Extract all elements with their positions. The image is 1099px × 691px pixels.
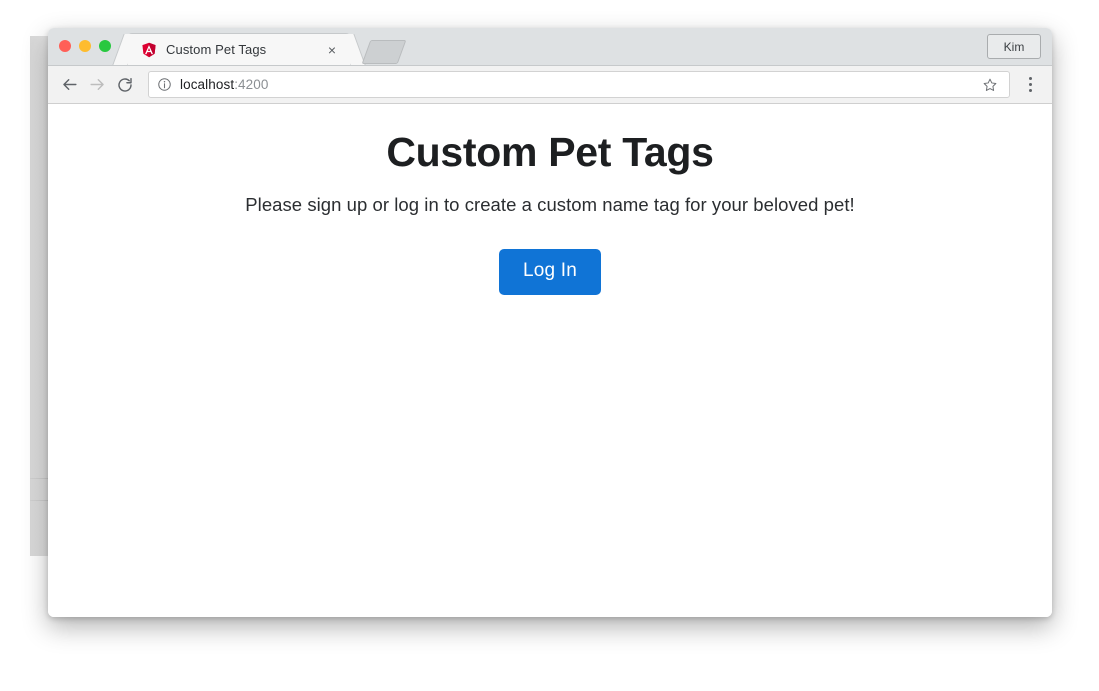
address-bar[interactable]: localhost:4200: [148, 71, 1010, 98]
page-viewport: Custom Pet Tags Please sign up or log in…: [48, 104, 1052, 617]
maximize-window-button[interactable]: [99, 40, 111, 52]
angular-icon: [141, 42, 157, 58]
forward-arrow-icon: [83, 71, 111, 99]
menu-dot: [1028, 83, 1032, 86]
back-arrow-icon[interactable]: [55, 71, 83, 99]
menu-dot: [1028, 77, 1032, 80]
window-traffic-lights: [59, 40, 111, 52]
close-icon[interactable]: ×: [324, 42, 340, 58]
browser-window: Custom Pet Tags × Kim localhost:4200 Cus…: [48, 28, 1052, 617]
three-dot-menu-icon[interactable]: [1016, 71, 1044, 99]
info-circle-icon[interactable]: [157, 77, 172, 92]
star-icon[interactable]: [979, 74, 1001, 96]
menu-dot: [1028, 89, 1032, 92]
page-title: Custom Pet Tags: [386, 129, 714, 175]
new-tab-button[interactable]: [361, 40, 407, 64]
tab-title: Custom Pet Tags: [166, 42, 267, 57]
reload-icon[interactable]: [111, 71, 139, 99]
log-in-button[interactable]: Log In: [498, 249, 602, 296]
close-window-button[interactable]: [59, 40, 71, 52]
url-text: localhost:4200: [180, 77, 268, 92]
tab-strip: Custom Pet Tags × Kim: [48, 28, 1052, 66]
browser-toolbar: localhost:4200: [48, 66, 1052, 104]
url-port: :4200: [234, 77, 269, 92]
browser-tab[interactable]: Custom Pet Tags ×: [128, 34, 350, 65]
minimize-window-button[interactable]: [79, 40, 91, 52]
url-host: localhost: [180, 77, 235, 92]
profile-button[interactable]: Kim: [987, 34, 1041, 59]
page-subtitle: Please sign up or log in to create a cus…: [245, 194, 855, 216]
